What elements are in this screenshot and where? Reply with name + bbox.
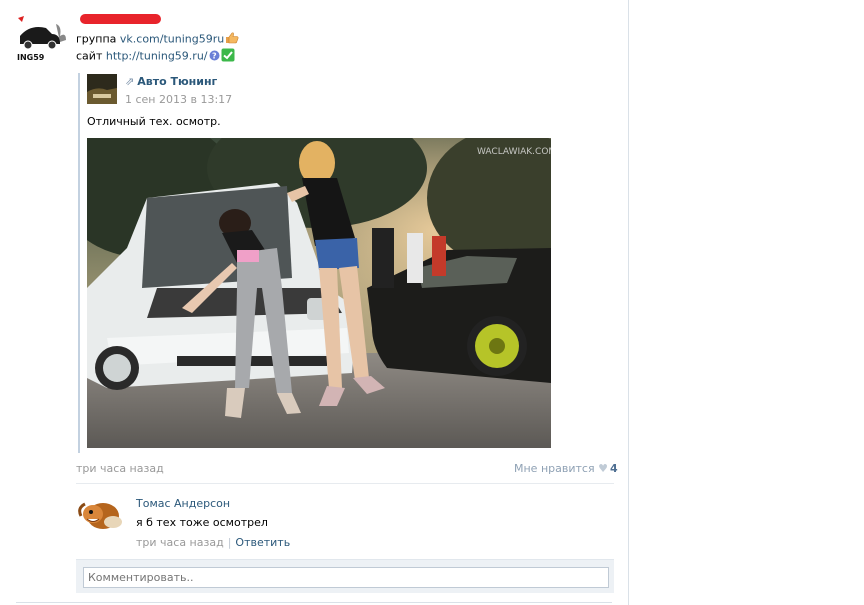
- repost-author[interactable]: ⇗ Авто Тюнинг: [125, 75, 217, 88]
- heart-icon: ♥: [598, 462, 608, 475]
- comment-text: я б тех тоже осмотрел: [136, 516, 268, 529]
- question-icon: ?: [209, 50, 220, 64]
- thumbs-up-icon: [225, 32, 239, 47]
- comment-form: [76, 559, 614, 593]
- comment-author-name[interactable]: Томас Андерсон: [136, 497, 230, 510]
- post-bottom-border: [16, 602, 612, 603]
- repost-quote-bar: [78, 73, 80, 453]
- repost-text: Отличный тех. осмотр.: [87, 115, 221, 128]
- like-count: 4: [609, 462, 618, 475]
- post-time[interactable]: три часа назад: [76, 462, 164, 475]
- group-avatar[interactable]: ING59: [16, 14, 68, 62]
- meta-separator: |: [227, 536, 232, 549]
- repost-date[interactable]: 1 сен 2013 в 13:17: [125, 93, 232, 106]
- check-icon: [221, 48, 235, 65]
- reply-link[interactable]: Ответить: [235, 536, 290, 549]
- avatar-logo-text: ING59: [17, 53, 45, 62]
- comment-input[interactable]: [83, 567, 609, 588]
- svg-text:?: ?: [212, 51, 217, 60]
- group-line: группа vk.com/tuning59ru: [76, 32, 239, 47]
- site-prefix: сайт: [76, 49, 106, 63]
- repost-author-avatar[interactable]: [87, 74, 117, 104]
- comment-time[interactable]: три часа назад: [136, 536, 224, 549]
- group-link[interactable]: vk.com/tuning59ru: [120, 33, 224, 46]
- comment-meta: три часа назад | Ответить: [136, 536, 290, 549]
- photo-watermark: WACLAWIAK.COM: [477, 147, 551, 157]
- redacted-author-name: [80, 14, 161, 24]
- repost-author-name[interactable]: Авто Тюнинг: [137, 75, 217, 88]
- post-photo[interactable]: WACLAWIAK.COM: [87, 138, 551, 448]
- group-prefix: группа: [76, 32, 120, 46]
- site-link[interactable]: http://tuning59.ru/: [106, 50, 208, 63]
- site-line: сайт http://tuning59.ru/?: [76, 48, 235, 65]
- repost-arrow-icon: ⇗: [125, 75, 135, 88]
- like-label: Мне нравится: [514, 462, 595, 475]
- divider: [76, 483, 614, 484]
- wall-post: ING59 группа vk.com/tuning59ru сайт http…: [0, 0, 629, 605]
- like-button[interactable]: Мне нравится ♥ 4: [514, 462, 618, 475]
- comment-author-avatar[interactable]: [77, 494, 125, 534]
